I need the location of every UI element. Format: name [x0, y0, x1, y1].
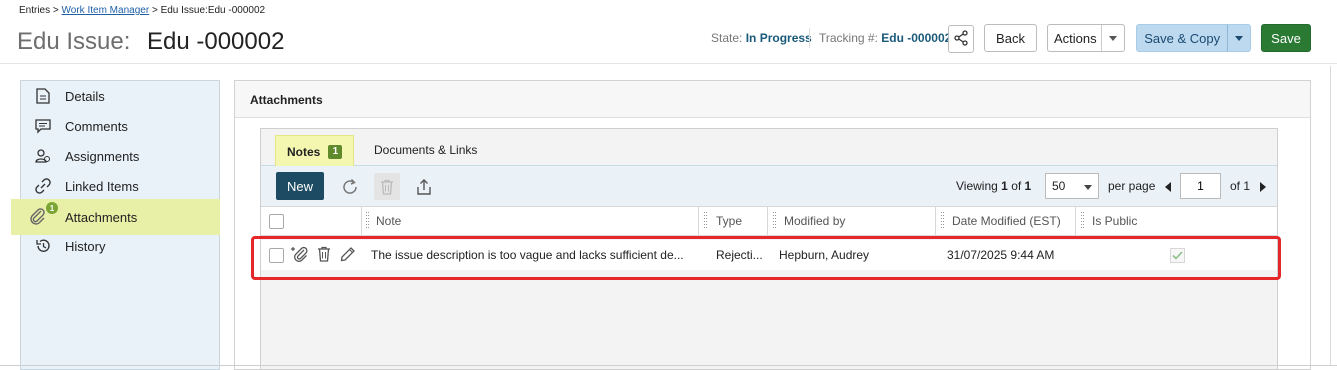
sidebar-item-comments[interactable]: Comments — [21, 111, 220, 141]
per-page-select[interactable]: 50 — [1045, 173, 1099, 199]
refresh-icon[interactable] — [338, 175, 362, 199]
tab-notes[interactable]: Notes 1 — [275, 135, 354, 167]
column-header-type[interactable]: Type — [716, 214, 742, 228]
page-title-prefix: Edu Issue: — [17, 28, 131, 55]
save-button[interactable]: Save — [1261, 24, 1311, 52]
column-divider — [767, 206, 768, 236]
breadcrumb-separator: > — [52, 5, 59, 16]
comment-icon — [21, 118, 65, 134]
column-resize-handle[interactable] — [704, 212, 708, 228]
sidebar-item-assignments[interactable]: Assignments — [21, 141, 220, 171]
sidebar-item-label: History — [65, 238, 106, 254]
column-header-date-modified[interactable]: Date Modified (EST) — [952, 214, 1061, 228]
column-header-note[interactable]: Note — [376, 214, 401, 228]
panel-title: Attachments — [250, 93, 323, 107]
sidebar: Details Comments Assignments Linked Item… — [11, 80, 220, 370]
sidebar-item-label: Comments — [65, 118, 128, 134]
back-button[interactable]: Back — [984, 24, 1037, 52]
page-title: Edu -000002 — [147, 28, 285, 55]
sidebar-item-history[interactable]: History — [21, 231, 220, 261]
actions-label: Actions — [1054, 30, 1097, 46]
select-all-checkbox[interactable] — [269, 214, 284, 229]
divider — [809, 28, 810, 48]
tracking-indicator: Tracking #: Edu -000002 — [819, 31, 951, 45]
viewing-of: of — [1011, 179, 1022, 193]
column-divider — [1075, 206, 1076, 236]
sidebar-item-label: Attachments — [65, 209, 138, 225]
tracking-value: Edu -000002 — [881, 31, 952, 45]
tab-documents-links[interactable]: Documents & Links — [374, 143, 477, 157]
column-resize-handle[interactable] — [773, 212, 777, 228]
page-total-label: of 1 — [1230, 179, 1251, 193]
share-icon — [953, 29, 969, 49]
notes-count-badge: 1 — [328, 144, 343, 159]
state-label: State: — [711, 31, 743, 45]
new-note-button[interactable]: New — [276, 172, 324, 200]
previous-page-icon[interactable] — [1163, 180, 1173, 192]
viewing-label: Viewing — [956, 179, 998, 193]
chevron-down-icon — [1084, 179, 1092, 193]
sidebar-item-label: Assignments — [65, 148, 140, 164]
column-header-modified-by[interactable]: Modified by — [784, 214, 845, 228]
actions-dropdown[interactable]: Actions — [1047, 24, 1125, 52]
breadcrumb-root[interactable]: Entries — [19, 5, 50, 16]
page-number-input[interactable] — [1180, 173, 1221, 199]
next-page-icon[interactable] — [1258, 180, 1268, 192]
sidebar-item-label: Linked Items — [65, 178, 139, 194]
column-header-is-public[interactable]: Is Public — [1092, 214, 1137, 228]
column-divider — [361, 206, 362, 236]
history-icon — [21, 238, 65, 254]
breadcrumb-current: Edu Issue:Edu -000002 — [160, 5, 266, 16]
column-resize-handle[interactable] — [366, 212, 370, 228]
sidebar-item-label: Details — [65, 88, 105, 104]
header-divider — [0, 63, 1337, 64]
breadcrumb-link-work-item-manager[interactable]: Work Item Manager — [62, 5, 150, 16]
footer-divider — [0, 365, 1337, 366]
breadcrumb-separator: > — [151, 5, 158, 16]
pagination-summary: Viewing 1 of 1 — [956, 179, 1031, 193]
breadcrumb: Entries > Work Item Manager > Edu Issue:… — [19, 5, 265, 16]
export-icon[interactable] — [412, 175, 436, 199]
selected-row-highlight — [251, 236, 1281, 280]
sidebar-item-attachments[interactable]: 1 Attachments — [11, 199, 220, 235]
delete-icon[interactable] — [374, 173, 400, 200]
per-page-value: 50 — [1052, 179, 1066, 193]
state-indicator: State: In Progress — [711, 31, 812, 45]
column-divider — [935, 206, 936, 236]
paperclip-icon: 1 — [11, 202, 65, 226]
viewing-from: 1 — [1001, 179, 1008, 193]
panel-header — [235, 81, 1310, 118]
column-resize-handle[interactable] — [1081, 212, 1085, 228]
share-button[interactable] — [948, 25, 974, 53]
save-and-copy-button[interactable]: Save & Copy — [1136, 24, 1251, 52]
assignment-icon — [21, 148, 65, 164]
document-icon — [21, 88, 65, 104]
column-divider — [698, 206, 699, 236]
viewing-total: 1 — [1024, 179, 1032, 193]
attachments-count-badge: 1 — [46, 202, 58, 214]
link-icon — [21, 178, 65, 194]
chevron-down-icon[interactable] — [1101, 25, 1124, 51]
chevron-down-icon[interactable] — [1227, 25, 1250, 51]
tab-notes-label: Notes — [287, 144, 321, 159]
save-and-copy-label: Save & Copy — [1144, 30, 1221, 46]
state-value: In Progress — [745, 31, 812, 45]
sidebar-item-details[interactable]: Details — [21, 81, 220, 111]
scrollbar[interactable] — [1330, 66, 1331, 365]
per-page-label: per page — [1108, 179, 1156, 193]
column-resize-handle[interactable] — [941, 212, 945, 228]
sidebar-item-linked-items[interactable]: Linked Items — [21, 171, 220, 201]
tracking-label: Tracking #: — [819, 31, 878, 45]
